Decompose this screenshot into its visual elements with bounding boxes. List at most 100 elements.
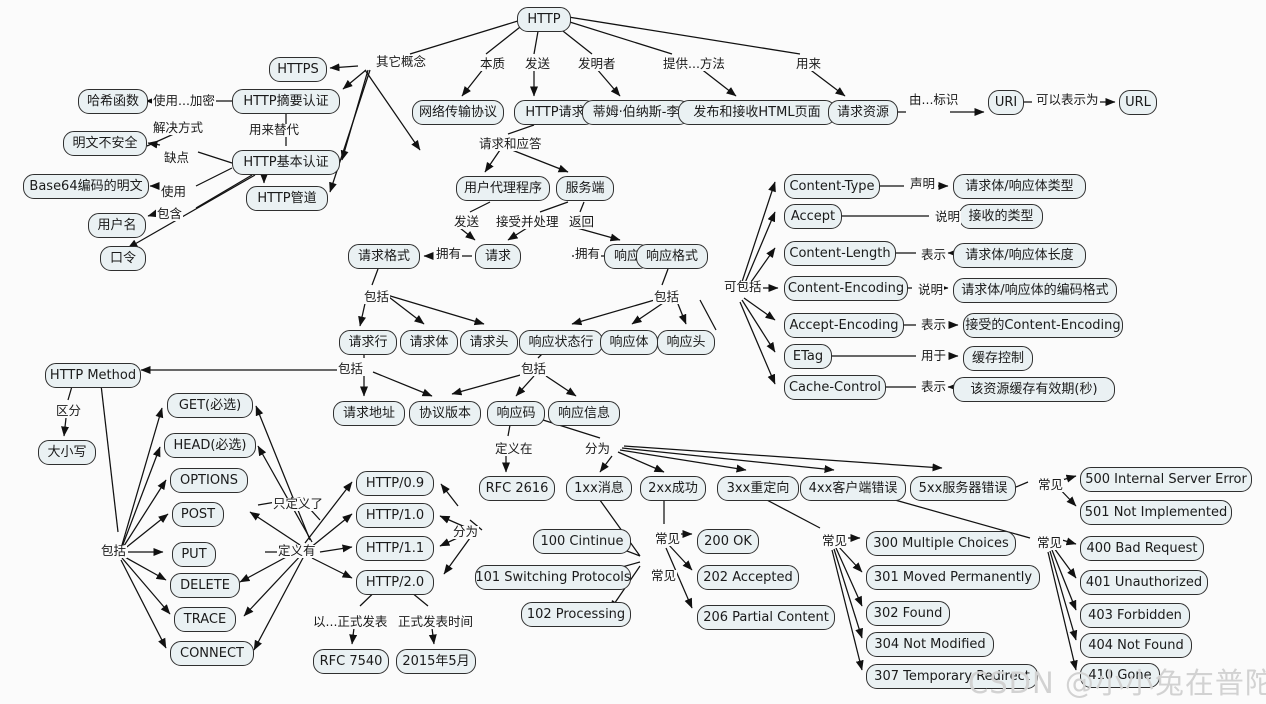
node-http[interactable]: HTTP [517, 7, 571, 32]
node-s100[interactable]: 100 Cintinue [533, 529, 631, 554]
edge-label-l-common-4: 常见 [1037, 477, 1065, 492]
node-s200[interactable]: 200 OK [697, 529, 759, 554]
node-s300[interactable]: 300 Multiple Choices [866, 531, 1016, 556]
edge-label-l-contain-user: 包含 [156, 206, 184, 221]
edge-label-l-mayinclude: 可包括 [723, 279, 763, 294]
node-basic-auth[interactable]: HTTP基本认证 [232, 150, 340, 175]
node-s404[interactable]: 404 Not Found [1080, 633, 1192, 658]
node-delete[interactable]: DELETE [170, 573, 240, 598]
node-etag[interactable]: ETag [784, 344, 832, 369]
node-http-method[interactable]: HTTP Method [45, 363, 141, 388]
node-req-line[interactable]: 请求行 [339, 330, 397, 355]
node-date2015[interactable]: 2015年5月 [396, 649, 476, 674]
node-c1xx[interactable]: 1xx消息 [566, 476, 632, 501]
edge-label-l-usedin: 用于 [920, 348, 948, 363]
edge-label-l-common-5: 常见 [1036, 535, 1064, 550]
node-content-type[interactable]: Content-Type [784, 174, 880, 199]
node-res-format[interactable]: 响应格式 [636, 244, 708, 269]
node-net-protocol[interactable]: 网络传输协议 [412, 100, 504, 125]
node-cc-desc[interactable]: 该资源缓存有效期(秒) [953, 377, 1115, 402]
edge-label-l-used-for: 用来 [795, 56, 823, 71]
node-uri[interactable]: URI [988, 90, 1024, 115]
node-s403[interactable]: 403 Forbidden [1080, 603, 1190, 628]
node-ce-desc[interactable]: 请求体/响应体的编码格式 [953, 278, 1117, 303]
node-username[interactable]: 用户名 [88, 213, 146, 238]
node-ct-desc[interactable]: 请求体/响应体类型 [953, 174, 1086, 199]
node-res-body[interactable]: 响应体 [600, 330, 658, 355]
node-s304[interactable]: 304 Not Modified [866, 632, 994, 657]
node-res-code[interactable]: 响应码 [487, 401, 545, 426]
node-content-length[interactable]: Content-Length [784, 241, 896, 266]
node-accept-desc[interactable]: 接收的类型 [959, 204, 1043, 229]
node-proto-ver[interactable]: 协议版本 [409, 401, 481, 426]
edge-label-l-inventor: 发明者 [577, 56, 617, 71]
node-tim[interactable]: 蒂姆·伯纳斯-李 [582, 100, 690, 125]
edge-label-l-include-3: 包括 [337, 361, 365, 376]
node-accept[interactable]: Accept [784, 204, 842, 229]
node-digest[interactable]: HTTP摘要认证 [232, 89, 340, 114]
edge-label-l-drawback: 缺点 [163, 150, 191, 165]
node-head[interactable]: HEAD(必选) [164, 433, 256, 458]
node-options[interactable]: OPTIONS [170, 468, 248, 493]
node-http20[interactable]: HTTP/2.0 [356, 570, 434, 595]
node-s206[interactable]: 206 Partial Content [697, 605, 835, 630]
node-put[interactable]: PUT [172, 542, 216, 567]
node-base64[interactable]: Base64编码的明文 [23, 174, 149, 199]
node-cache-control[interactable]: Cache-Control [784, 375, 886, 400]
node-password[interactable]: 口令 [100, 246, 146, 271]
node-s501[interactable]: 501 Not Implemented [1080, 500, 1232, 525]
node-s500[interactable]: 500 Internal Server Error [1080, 467, 1252, 492]
node-case[interactable]: 大小写 [38, 440, 96, 465]
node-cl-desc[interactable]: 请求体/响应体长度 [953, 243, 1086, 268]
node-s101[interactable]: 101 Switching Protocols [475, 565, 631, 590]
node-rfc2616[interactable]: RFC 2616 [479, 476, 555, 501]
node-req-addr[interactable]: 请求地址 [333, 401, 405, 426]
watermark: CSDN @小小兔在普陀山走神啊 [968, 666, 1266, 700]
edge-label-l-identify: 由...标识 [908, 92, 960, 107]
node-post[interactable]: POST [172, 502, 224, 527]
node-pipeline[interactable]: HTTP管道 [246, 186, 328, 211]
node-c5xx[interactable]: 5xx服务器错误 [910, 476, 1016, 501]
node-c2xx[interactable]: 2xx成功 [640, 476, 706, 501]
edge-label-l-common-3: 常见 [821, 533, 849, 548]
node-rfc7540[interactable]: RFC 7540 [313, 649, 389, 674]
node-ua[interactable]: 用户代理程序 [456, 176, 550, 201]
node-content-encoding[interactable]: Content-Encoding [784, 276, 908, 301]
node-req-format[interactable]: 请求格式 [348, 244, 420, 269]
node-trace[interactable]: TRACE [174, 607, 236, 632]
edge-label-l-own-2: 拥有 [574, 246, 602, 261]
node-http09[interactable]: HTTP/0.9 [356, 471, 434, 496]
node-plain-unsafe[interactable]: 明文不安全 [63, 131, 147, 156]
node-publish[interactable]: 发布和接收HTML页面 [678, 100, 836, 125]
node-https[interactable]: HTTPS [269, 57, 327, 82]
edge-label-l-include-m: 包括 [100, 543, 128, 558]
node-http11[interactable]: HTTP/1.1 [356, 536, 434, 561]
node-get[interactable]: GET(必选) [167, 393, 253, 418]
node-s400[interactable]: 400 Bad Request [1080, 536, 1204, 561]
node-s301[interactable]: 301 Moved Permanently [866, 565, 1040, 590]
node-s302[interactable]: 302 Found [866, 601, 950, 626]
node-url[interactable]: URL [1119, 90, 1157, 115]
node-request[interactable]: 请求 [475, 244, 521, 269]
edge-label-l-include-4: 包括 [520, 361, 548, 376]
node-ae-desc[interactable]: 接受的Content-Encoding [963, 313, 1123, 338]
node-req-body[interactable]: 请求体 [400, 330, 458, 355]
edge-label-l-send-top: 发送 [524, 56, 552, 71]
node-server[interactable]: 服务端 [556, 176, 614, 201]
node-accept-encoding[interactable]: Accept-Encoding [784, 313, 904, 338]
node-res-status-line[interactable]: 响应状态行 [519, 330, 603, 355]
node-s202[interactable]: 202 Accepted [697, 565, 799, 590]
node-req-head[interactable]: 请求头 [460, 330, 518, 355]
node-c4xx[interactable]: 4xx客户端错误 [800, 476, 906, 501]
node-s401[interactable]: 401 Unauthorized [1080, 570, 1208, 595]
node-etag-desc[interactable]: 缓存控制 [963, 346, 1033, 371]
node-http10[interactable]: HTTP/1.0 [356, 503, 434, 528]
edge-label-l-declare: 声明 [909, 176, 937, 191]
node-res-head[interactable]: 响应头 [657, 330, 715, 355]
node-s102[interactable]: 102 Processing [521, 602, 631, 627]
node-req-res-node[interactable]: 请求资源 [828, 100, 898, 125]
node-hash[interactable]: 哈希函数 [78, 89, 148, 114]
node-c3xx[interactable]: 3xx重定向 [717, 476, 799, 501]
node-connect[interactable]: CONNECT [170, 641, 254, 666]
node-res-msg[interactable]: 响应信息 [548, 401, 620, 426]
